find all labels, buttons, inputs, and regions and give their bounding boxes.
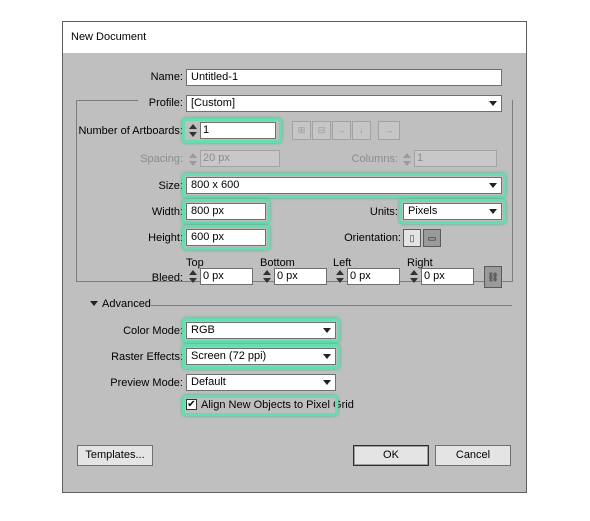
arrow-up-icon	[189, 124, 197, 129]
arrow-up-icon	[336, 270, 344, 275]
align-pixel-grid-label[interactable]: Align New Objects to Pixel Grid	[201, 399, 354, 411]
checkmark-icon: ✔	[187, 399, 196, 410]
color-mode-label: Color Mode:	[123, 325, 183, 337]
portrait-icon[interactable]: ▯	[403, 229, 421, 247]
chevron-down-icon	[489, 101, 497, 106]
bleed-right-input[interactable]: 0 px	[421, 268, 474, 285]
dialog-titlebar: New Document	[63, 22, 526, 53]
arrow-down-icon	[263, 278, 271, 283]
bleed-label: Bleed:	[151, 272, 183, 284]
bleed-bottom-stepper[interactable]	[262, 269, 272, 284]
new-document-dialog: New Document Name: Untitled-1 Profile: […	[62, 21, 527, 493]
chevron-down-icon	[323, 354, 331, 359]
units-dropdown[interactable]: Pixels	[403, 203, 502, 220]
arrange-by-column-icon[interactable]: ↓	[352, 121, 371, 140]
chevron-down-icon	[323, 328, 331, 333]
spacing-stepper[interactable]	[188, 152, 198, 167]
spacing-label: Spacing:	[140, 153, 183, 165]
preview-mode-label: Preview Mode:	[110, 377, 183, 389]
arrow-down-icon	[189, 278, 197, 283]
arrow-down-icon	[189, 132, 197, 137]
arrow-up-icon	[410, 270, 418, 275]
align-pixel-grid-checkbox[interactable]: ✔	[186, 399, 197, 410]
grid-by-column-icon[interactable]: ⊟	[312, 121, 331, 140]
chevron-down-icon	[489, 183, 497, 188]
bleed-right-stepper[interactable]	[409, 269, 419, 284]
units-label: Units:	[369, 206, 398, 218]
preview-mode-value: Default	[191, 376, 226, 388]
height-label: Height:	[148, 232, 183, 244]
raster-effects-dropdown[interactable]: Screen (72 ppi)	[186, 348, 336, 365]
columns-stepper[interactable]	[402, 152, 412, 167]
dialog-title: New Document	[71, 31, 147, 43]
arrow-down-icon	[189, 161, 197, 166]
disclosure-triangle-icon[interactable]	[90, 301, 98, 306]
color-mode-dropdown[interactable]: RGB	[186, 322, 336, 339]
units-value: Pixels	[408, 205, 438, 217]
spacing-input[interactable]: 20 px	[200, 150, 280, 167]
bleed-left-input[interactable]: 0 px	[347, 268, 400, 285]
profile-group-border	[512, 100, 513, 282]
name-label: Name:	[150, 71, 183, 83]
size-label: Size:	[158, 180, 183, 192]
arrow-down-icon	[410, 278, 418, 283]
profile-value: [Custom]	[191, 97, 236, 109]
ok-button[interactable]: OK	[353, 445, 429, 466]
chevron-down-icon	[323, 380, 331, 385]
height-input[interactable]: 600 px	[186, 229, 266, 246]
landscape-icon[interactable]: ▭	[423, 229, 441, 247]
templates-button[interactable]: Templates...	[77, 445, 153, 466]
name-input[interactable]: Untitled-1	[186, 69, 502, 86]
width-label: Width:	[151, 206, 183, 218]
arrow-up-icon	[189, 270, 197, 275]
arrow-down-icon	[336, 278, 344, 283]
cancel-button[interactable]: Cancel	[435, 445, 511, 466]
arrow-up-icon	[189, 153, 197, 158]
link-icon[interactable]: ⛓	[484, 266, 502, 288]
chevron-down-icon	[489, 209, 497, 214]
artboards-input[interactable]: 1	[200, 122, 276, 139]
raster-effects-value: Screen (72 ppi)	[191, 350, 267, 362]
arrange-by-row-icon[interactable]: →	[332, 121, 351, 140]
width-input[interactable]: 800 px	[186, 203, 266, 220]
profile-dropdown[interactable]: [Custom]	[186, 95, 502, 112]
bleed-left-stepper[interactable]	[335, 269, 345, 284]
bleed-top-input[interactable]: 0 px	[200, 268, 253, 285]
grid-by-row-icon[interactable]: ⊞	[292, 121, 311, 140]
raster-effects-label: Raster Effects:	[111, 351, 183, 363]
columns-input[interactable]: 1	[414, 150, 497, 167]
arrow-down-icon	[403, 161, 411, 166]
advanced-separator	[151, 305, 512, 306]
orientation-label: Orientation:	[344, 232, 401, 244]
profile-label: Profile:	[138, 97, 183, 109]
artboards-label: Number of Artboards:	[78, 125, 183, 137]
right-to-left-layout-icon[interactable]: →	[378, 121, 400, 140]
artboards-stepper[interactable]	[188, 123, 198, 138]
preview-mode-dropdown[interactable]: Default	[186, 374, 336, 391]
advanced-label[interactable]: Advanced	[102, 298, 151, 310]
color-mode-value: RGB	[191, 324, 215, 336]
bleed-top-stepper[interactable]	[188, 269, 198, 284]
columns-label: Columns:	[351, 153, 398, 165]
size-value: 800 x 600	[191, 179, 240, 191]
arrow-up-icon	[403, 153, 411, 158]
size-dropdown[interactable]: 800 x 600	[186, 177, 502, 194]
arrow-up-icon	[263, 270, 271, 275]
bleed-bottom-input[interactable]: 0 px	[274, 268, 327, 285]
